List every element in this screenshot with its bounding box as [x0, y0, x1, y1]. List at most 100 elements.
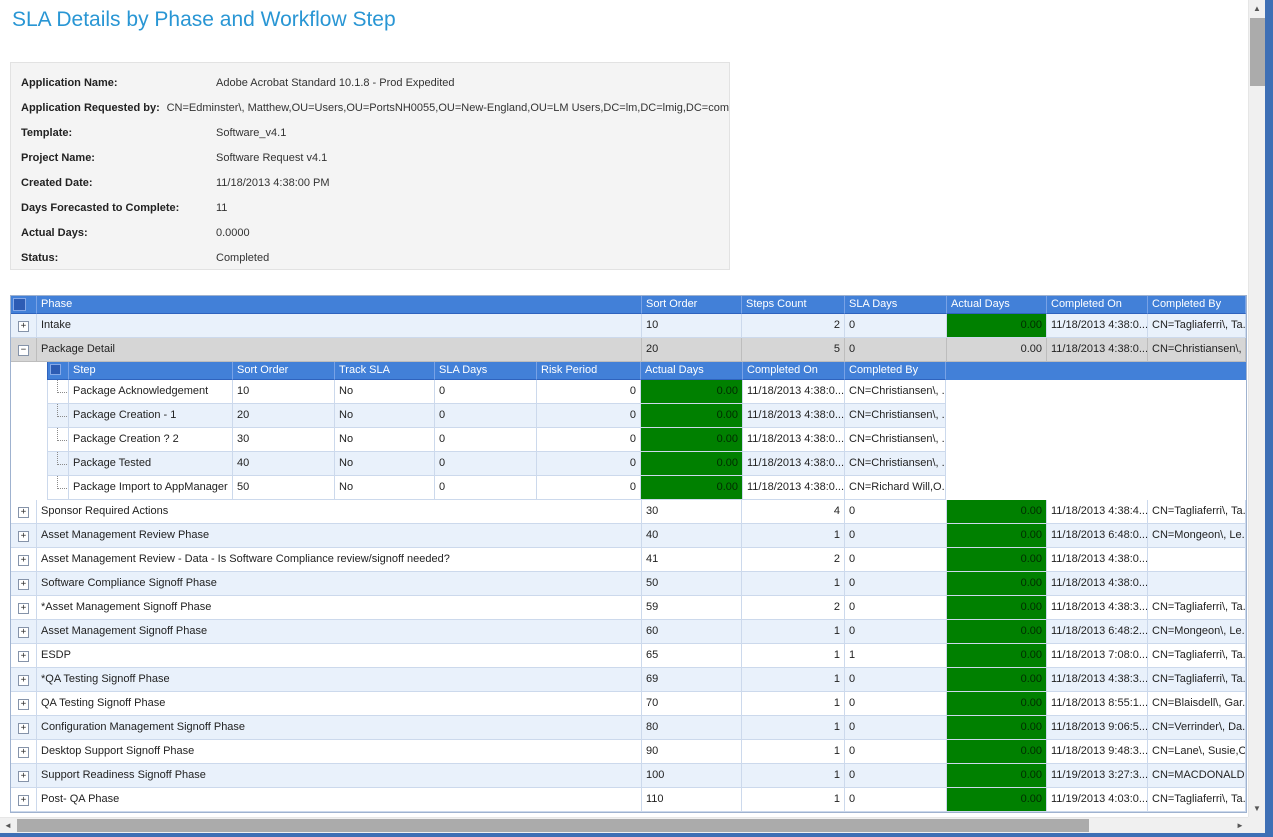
step-row: Package Creation ? 230No000.0011/18/2013…	[47, 428, 1246, 452]
step-header-row: StepSort OrderTrack SLASLA DaysRisk Peri…	[47, 362, 1246, 380]
scroll-left-icon[interactable]: ◄	[0, 818, 16, 833]
tree-cell	[47, 452, 69, 476]
expand-icon[interactable]: +	[18, 603, 29, 614]
sort-order-cell: 40	[642, 524, 742, 548]
risk-period-cell: 0	[537, 380, 641, 404]
completed-on-cell: 11/18/2013 4:38:4...	[1047, 500, 1148, 524]
completed-by-cell: CN=Christiansen\, ...	[845, 452, 946, 476]
tree-cell	[47, 476, 69, 500]
phase-row: +Post- QA Phase110100.0011/19/2013 4:03:…	[11, 788, 1246, 812]
phase-name-cell: Asset Management Signoff Phase	[37, 620, 642, 644]
expand-icon[interactable]: +	[18, 771, 29, 782]
info-row: Days Forecasted to Complete:11	[11, 195, 729, 220]
info-row: Created Date:11/18/2013 4:38:00 PM	[11, 170, 729, 195]
scroll-up-icon[interactable]: ▲	[1249, 0, 1265, 17]
report-corner-icon	[50, 364, 61, 375]
vertical-scrollbar[interactable]: ▲ ▼	[1248, 0, 1265, 817]
completed-by-cell: CN=Verrinder\, Da...	[1148, 716, 1246, 740]
info-label: Template:	[11, 127, 216, 139]
completed-on-cell: 11/18/2013 8:55:1...	[1047, 692, 1148, 716]
completed-by-cell: CN=MACDONALD...	[1148, 764, 1246, 788]
tree-cell	[47, 428, 69, 452]
sort-order-cell: 30	[233, 428, 335, 452]
expand-icon[interactable]: +	[18, 651, 29, 662]
steps-count-cell: 1	[742, 644, 845, 668]
sla-days-cell: 0	[845, 620, 947, 644]
sort-order-cell: 100	[642, 764, 742, 788]
expand-icon[interactable]: +	[18, 579, 29, 590]
expand-cell: +	[11, 524, 37, 548]
steps-count-cell: 2	[742, 548, 845, 572]
expand-icon[interactable]: +	[18, 531, 29, 542]
expand-icon[interactable]: +	[18, 507, 29, 518]
track-sla-cell: No	[335, 428, 435, 452]
sort-order-cell: 30	[642, 500, 742, 524]
expand-icon[interactable]: +	[18, 555, 29, 566]
phase-name-cell: Configuration Management Signoff Phase	[37, 716, 642, 740]
step-name-cell: Package Import to AppManager	[69, 476, 233, 500]
column-header: Phase	[37, 296, 642, 314]
actual-days-cell: 0.00	[947, 524, 1047, 548]
expand-cell: +	[11, 500, 37, 524]
expand-icon[interactable]: +	[18, 723, 29, 734]
completed-on-cell: 11/18/2013 4:38:0...	[743, 476, 845, 500]
actual-days-cell: 0.00	[641, 452, 743, 476]
steps-count-cell: 1	[742, 716, 845, 740]
sort-order-cell: 50	[233, 476, 335, 500]
info-row: Actual Days:0.0000	[11, 220, 729, 245]
actual-days-cell: 0.00	[947, 740, 1047, 764]
column-header: SLA Days	[435, 362, 537, 380]
tree-cell	[47, 380, 69, 404]
completed-by-cell	[1148, 572, 1246, 596]
sort-order-cell: 69	[642, 668, 742, 692]
sla-days-cell: 0	[845, 548, 947, 572]
phase-name-cell: Post- QA Phase	[37, 788, 642, 812]
expand-icon[interactable]: +	[18, 627, 29, 638]
expand-icon[interactable]: +	[18, 675, 29, 686]
sla-days-cell: 1	[845, 644, 947, 668]
sort-order-cell: 50	[642, 572, 742, 596]
scroll-down-icon[interactable]: ▼	[1249, 800, 1265, 817]
report-corner-icon	[13, 298, 26, 311]
scroll-right-icon[interactable]: ►	[1232, 818, 1248, 833]
expand-cell: +	[11, 644, 37, 668]
expand-cell: −	[11, 338, 37, 362]
sla-days-cell: 0	[845, 338, 947, 362]
sort-order-cell: 90	[642, 740, 742, 764]
phase-name-cell: Desktop Support Signoff Phase	[37, 740, 642, 764]
info-value: 0.0000	[216, 227, 250, 239]
steps-count-cell: 2	[742, 596, 845, 620]
info-row: Template:Software_v4.1	[11, 120, 729, 145]
phase-row: −Package Detail20500.0011/18/2013 4:38:0…	[11, 338, 1246, 362]
expand-cell: +	[11, 692, 37, 716]
step-name-cell: Package Acknowledgement	[69, 380, 233, 404]
column-header: Risk Period	[537, 362, 641, 380]
expand-icon[interactable]: +	[18, 699, 29, 710]
risk-period-cell: 0	[537, 428, 641, 452]
sort-order-cell: 59	[642, 596, 742, 620]
step-row: Package Creation - 120No000.0011/18/2013…	[47, 404, 1246, 428]
expand-cell: +	[11, 740, 37, 764]
steps-count-cell: 1	[742, 740, 845, 764]
expand-cell: +	[11, 548, 37, 572]
expand-icon[interactable]: +	[18, 321, 29, 332]
completed-on-cell: 11/18/2013 4:38:0...	[1047, 572, 1148, 596]
horizontal-scroll-thumb[interactable]	[17, 819, 1089, 832]
sla-days-cell: 0	[435, 380, 537, 404]
expand-icon[interactable]: +	[18, 795, 29, 806]
horizontal-scrollbar[interactable]: ◄ ►	[0, 817, 1248, 833]
phase-name-cell: Package Detail	[37, 338, 642, 362]
info-row: Application Requested by:CN=Edminster\, …	[11, 95, 729, 120]
column-header: Actual Days	[947, 296, 1047, 314]
vertical-scroll-thumb[interactable]	[1250, 18, 1265, 86]
tree-connector-icon	[57, 380, 69, 393]
table-header-row: PhaseSort OrderSteps CountSLA DaysActual…	[11, 296, 1246, 314]
window-frame-bottom	[0, 833, 1273, 837]
phase-row: +Desktop Support Signoff Phase90100.0011…	[11, 740, 1246, 764]
collapse-icon[interactable]: −	[18, 345, 29, 356]
phase-name-cell: Software Compliance Signoff Phase	[37, 572, 642, 596]
completed-on-cell: 11/18/2013 7:08:0...	[1047, 644, 1148, 668]
expand-icon[interactable]: +	[18, 747, 29, 758]
sort-order-cell: 20	[233, 404, 335, 428]
info-value: CN=Edminster\, Matthew,OU=Users,OU=Ports…	[167, 102, 729, 114]
